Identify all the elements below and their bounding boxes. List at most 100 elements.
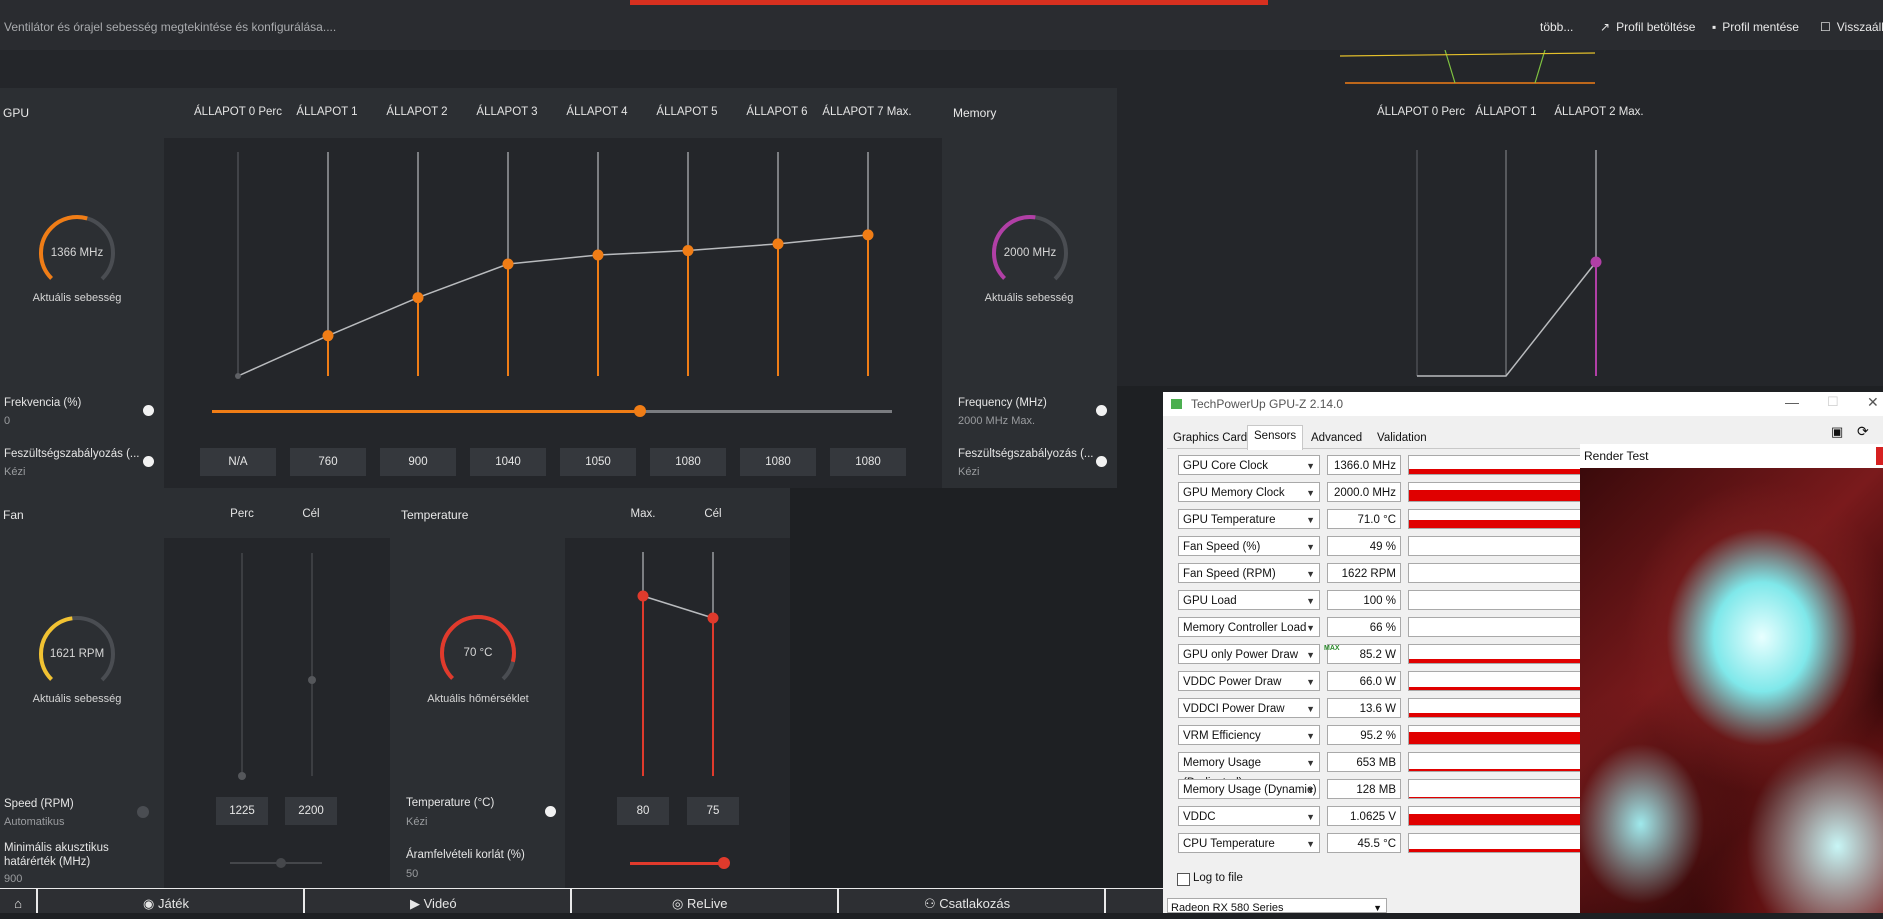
nav-relive[interactable]: ◎ ReLive	[572, 889, 837, 913]
fan-acoustic-thumb[interactable]	[276, 858, 286, 868]
gpuz-sensor-name[interactable]: GPU Core Clock ▼	[1178, 455, 1320, 475]
gpu-volt-0[interactable]: N/A	[200, 448, 276, 476]
gpuz-sensor-name[interactable]: VDDC ▼	[1178, 806, 1320, 826]
gpu-state-point[interactable]	[502, 258, 514, 270]
fan-speed-mode: Automatikus	[4, 816, 65, 828]
gpuz-tab-validation[interactable]: Validation	[1371, 428, 1433, 448]
reset-button[interactable]: ☐ Visszaáll	[1820, 20, 1883, 34]
gpuz-sensor-name[interactable]: Memory Controller Load ▼	[1178, 617, 1320, 637]
chevron-down-icon: ▼	[1306, 812, 1315, 822]
fan-curve[interactable]	[164, 538, 390, 788]
render-close-button[interactable]	[1876, 447, 1883, 465]
gpuz-sensor-name[interactable]: GPU Memory Clock ▼	[1178, 482, 1320, 502]
gpu-state-point[interactable]	[682, 245, 694, 257]
gpu-state-point[interactable]	[322, 330, 334, 342]
gpuz-sensor-graph-fill	[1409, 713, 1597, 717]
nav-connect[interactable]: ⚇ Csatlakozás	[839, 889, 1104, 913]
play-icon: ▶	[410, 896, 420, 911]
gpu-state-point[interactable]	[235, 373, 241, 379]
more-button[interactable]: több...	[1540, 20, 1573, 34]
memory-gauge-label: Aktuális sebesség	[984, 292, 1074, 304]
gpuz-sensor-name[interactable]: Memory Usage (Dynamic) ▼	[1178, 779, 1320, 799]
gpuz-sensor-name[interactable]: GPU Temperature ▼	[1178, 509, 1320, 529]
load-profile-label: Profil betöltése	[1616, 20, 1696, 34]
gpu-state-point[interactable]	[412, 292, 424, 304]
gamepad-icon: ◉	[143, 896, 155, 911]
gpuz-sensor-name-text: GPU Memory Clock	[1183, 487, 1285, 499]
gpuz-tab-advanced[interactable]: Advanced	[1305, 428, 1368, 448]
gpu-freq-value: 0	[4, 415, 11, 427]
reset-label: Visszaáll	[1836, 20, 1883, 34]
gpu-freq-slider-track[interactable]	[212, 405, 892, 417]
memory-volt-toggle[interactable]	[1096, 456, 1107, 467]
log-to-file-checkbox[interactable]	[1177, 873, 1190, 886]
gpuz-sensor-graph-fill	[1409, 797, 1597, 798]
gpu-volt-1[interactable]: 760	[290, 448, 366, 476]
gpuz-sensor-name-text: VRM Efficiency	[1183, 730, 1261, 742]
gpuz-sensor-graph	[1408, 482, 1598, 502]
gpu-state-3: ÁLLAPOT 3	[476, 106, 538, 118]
fan-target-value[interactable]: 2200	[285, 797, 337, 825]
gpuz-sensor-name[interactable]: Fan Speed (%) ▼	[1178, 536, 1320, 556]
minimize-icon[interactable]: —	[1785, 394, 1799, 410]
temp-gauge-label: Aktuális hőmérséklet	[427, 693, 529, 705]
gpu-freq-toggle[interactable]	[143, 405, 154, 416]
save-disk-icon: ▪	[1712, 20, 1717, 34]
fan-min-value[interactable]: 1225	[216, 797, 268, 825]
memory-state-curve[interactable]	[1117, 138, 1883, 386]
gpu-volt-4[interactable]: 1050	[560, 448, 636, 476]
temp-target-value[interactable]: 75	[687, 797, 739, 825]
gpu-volt-3[interactable]: 1040	[470, 448, 546, 476]
render-test-canvas	[1580, 468, 1883, 913]
gpuz-tab-graphics-card[interactable]: Graphics Card	[1167, 428, 1253, 448]
fan-speed-toggle[interactable]	[137, 806, 149, 818]
nav-game[interactable]: ◉ Játék	[38, 889, 303, 913]
gpuz-sensor-name[interactable]: GPU Load ▼	[1178, 590, 1320, 610]
gpuz-sensor-name[interactable]: VDDC Power Draw ▼	[1178, 671, 1320, 691]
camera-icon[interactable]: ▣	[1831, 424, 1843, 440]
memory-freq-toggle[interactable]	[1096, 405, 1107, 416]
gpuz-sensor-name[interactable]: Fan Speed (RPM) ▼	[1178, 563, 1320, 583]
gpu-volt-7[interactable]: 1080	[830, 448, 906, 476]
background-graph-fragment	[1340, 50, 1596, 84]
nav-more[interactable]	[1106, 889, 1163, 913]
gpuz-sensor-name[interactable]: Memory Usage (Dedicated)▼	[1178, 752, 1320, 789]
gpuz-sensor-graph	[1408, 752, 1598, 772]
home-button[interactable]: ⌂	[0, 889, 36, 913]
gpuz-device-select[interactable]: Radeon RX 580 Series ▼	[1167, 898, 1387, 913]
gpu-state-point[interactable]	[862, 229, 874, 241]
temp-max-value[interactable]: 80	[617, 797, 669, 825]
save-profile-button[interactable]: ▪ Profil mentése	[1712, 20, 1799, 34]
nav-video[interactable]: ▶ Videó	[305, 889, 570, 913]
gpuz-sensor-name[interactable]: VDDCI Power Draw ▼	[1178, 698, 1320, 718]
fan-acoustic-slider[interactable]	[230, 858, 322, 868]
temp-mode-toggle[interactable]	[545, 806, 556, 817]
temp-power-slider[interactable]	[630, 857, 730, 869]
gpuz-sensor-row: VDDC Power Draw ▼ 66.0 W	[1178, 671, 1598, 693]
chevron-down-icon: ▼	[1306, 488, 1315, 498]
gpu-state-point[interactable]	[592, 249, 604, 261]
maximize-icon[interactable]: ☐	[1827, 394, 1839, 410]
load-profile-button[interactable]: ↗ Profil betöltése	[1600, 20, 1695, 34]
gpu-state-curve[interactable]	[164, 138, 942, 386]
temp-power-thumb[interactable]	[718, 857, 730, 869]
gpu-state-point[interactable]	[772, 238, 784, 250]
temp-curve[interactable]	[565, 538, 790, 788]
gpuz-sensor-name[interactable]: GPU only Power Draw ▼	[1178, 644, 1320, 664]
gpuz-sensor-name-text: Fan Speed (RPM)	[1183, 568, 1276, 580]
gpu-volt-5[interactable]: 1080	[650, 448, 726, 476]
gpu-volt-2[interactable]: 900	[380, 448, 456, 476]
refresh-icon[interactable]: ⟳	[1857, 423, 1869, 440]
gpuz-sensor-name[interactable]: CPU Temperature ▼	[1178, 833, 1320, 853]
gpuz-tab-sensors[interactable]: Sensors	[1247, 425, 1304, 450]
home-icon: ⌂	[14, 896, 22, 911]
gpuz-device-label: Radeon RX 580 Series	[1171, 902, 1284, 913]
reset-icon: ☐	[1820, 20, 1831, 34]
gpuz-sensor-name[interactable]: VRM Efficiency ▼	[1178, 725, 1320, 745]
gpu-volt-toggle[interactable]	[143, 456, 154, 467]
gpu-state-1: ÁLLAPOT 1	[296, 106, 358, 118]
gpuz-sensor-graph-fill	[1409, 732, 1597, 744]
close-icon[interactable]: ✕	[1867, 394, 1879, 411]
gpuz-sensor-value: 49 %	[1327, 536, 1401, 556]
gpu-volt-6[interactable]: 1080	[740, 448, 816, 476]
